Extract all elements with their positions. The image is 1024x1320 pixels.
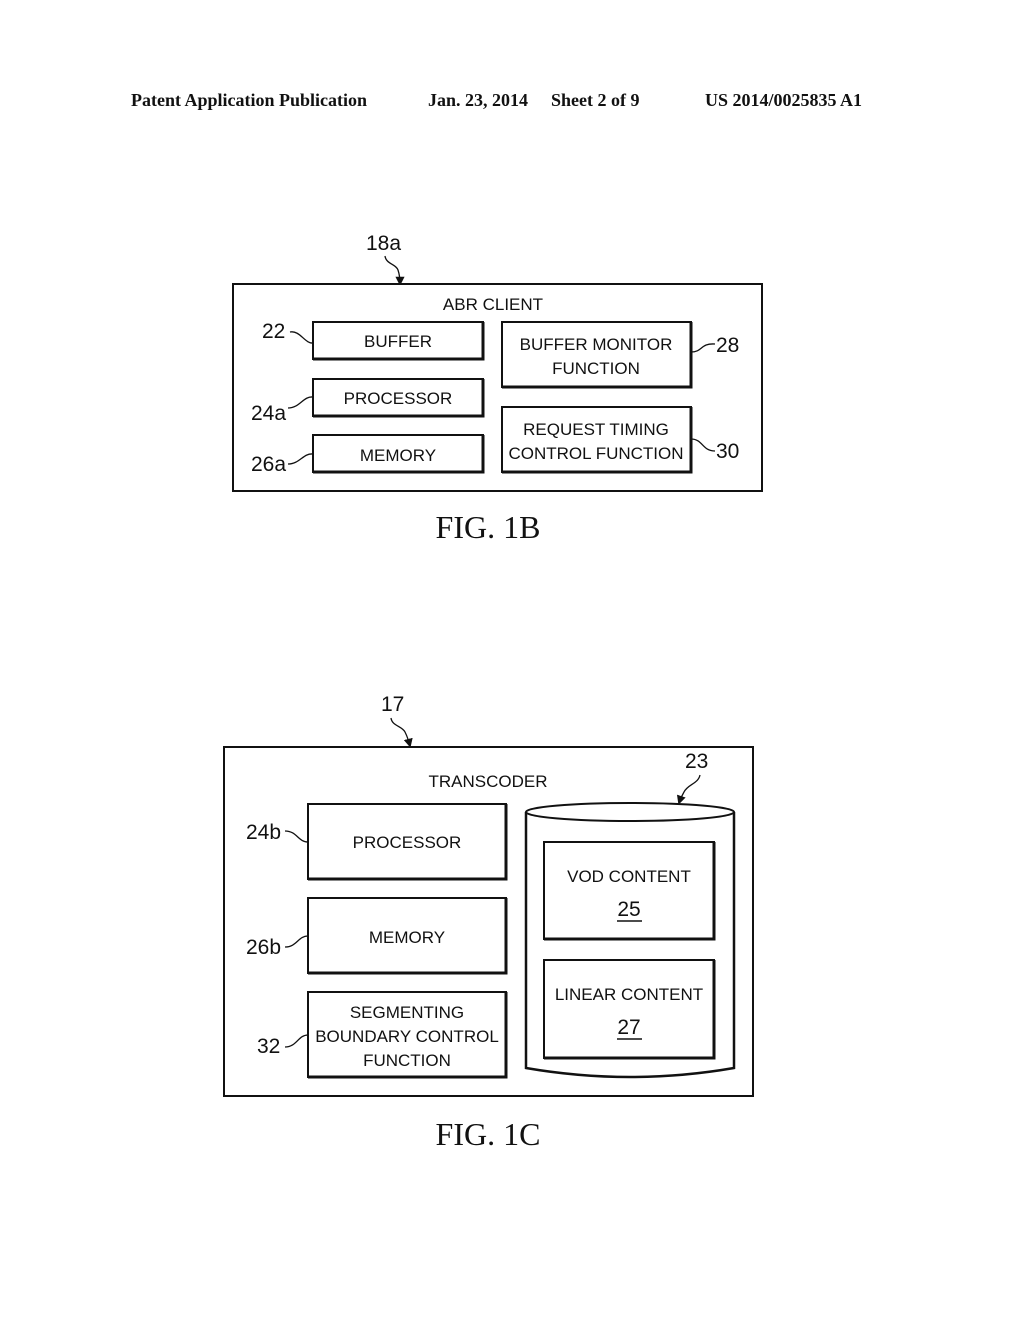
ref-26a: 26a (251, 453, 286, 476)
patent-figures: 18a ABR CLIENT BUFFER 22 PROCESSOR 24a M… (223, 232, 763, 1152)
memory-label: MEMORY (360, 446, 436, 465)
ref-24b: 24b (246, 821, 281, 844)
transcoder-title: TRANSCODER (428, 772, 547, 791)
vod-content-box (543, 841, 715, 940)
ref-18a: 18a (366, 232, 401, 255)
segmenting-line2: BOUNDARY CONTROL (315, 1027, 499, 1046)
ref-23: 23 (685, 750, 708, 773)
request-timing-line2: CONTROL FUNCTION (508, 444, 683, 463)
buffer-label: BUFFER (364, 332, 432, 351)
buffer-monitor-line1: BUFFER MONITOR (520, 335, 673, 354)
vod-content-label: VOD CONTENT (567, 867, 691, 886)
buffer-monitor-line2: FUNCTION (552, 359, 640, 378)
fig-1c-caption: FIG. 1C (436, 1116, 541, 1152)
vod-content-ref: 25 (617, 898, 640, 921)
ref-26b: 26b (246, 936, 281, 959)
linear-content-box (543, 959, 715, 1059)
abr-client-title: ABR CLIENT (443, 295, 543, 314)
ref-30: 30 (716, 440, 739, 463)
linear-content-ref: 27 (617, 1016, 640, 1039)
processor-label: PROCESSOR (344, 389, 453, 408)
arrow-17 (390, 717, 413, 748)
transcoder-processor-label: PROCESSOR (353, 833, 462, 852)
ref-32: 32 (257, 1035, 280, 1058)
transcoder-memory-label: MEMORY (369, 928, 445, 947)
ref-28: 28 (716, 334, 739, 357)
segmenting-line3: FUNCTION (363, 1051, 451, 1070)
request-timing-line1: REQUEST TIMING (523, 420, 669, 439)
fig-1c: 17 TRANSCODER PROCESSOR 24b MEMORY 26b S… (223, 693, 754, 1152)
fig-1b-caption: FIG. 1B (436, 509, 541, 545)
ref-17: 17 (381, 693, 404, 716)
linear-content-label: LINEAR CONTENT (555, 985, 703, 1004)
arrow-18a (384, 255, 405, 286)
fig-1b: 18a ABR CLIENT BUFFER 22 PROCESSOR 24a M… (232, 232, 763, 545)
segmenting-line1: SEGMENTING (350, 1003, 464, 1022)
ref-22: 22 (262, 320, 285, 343)
ref-24a: 24a (251, 402, 286, 425)
